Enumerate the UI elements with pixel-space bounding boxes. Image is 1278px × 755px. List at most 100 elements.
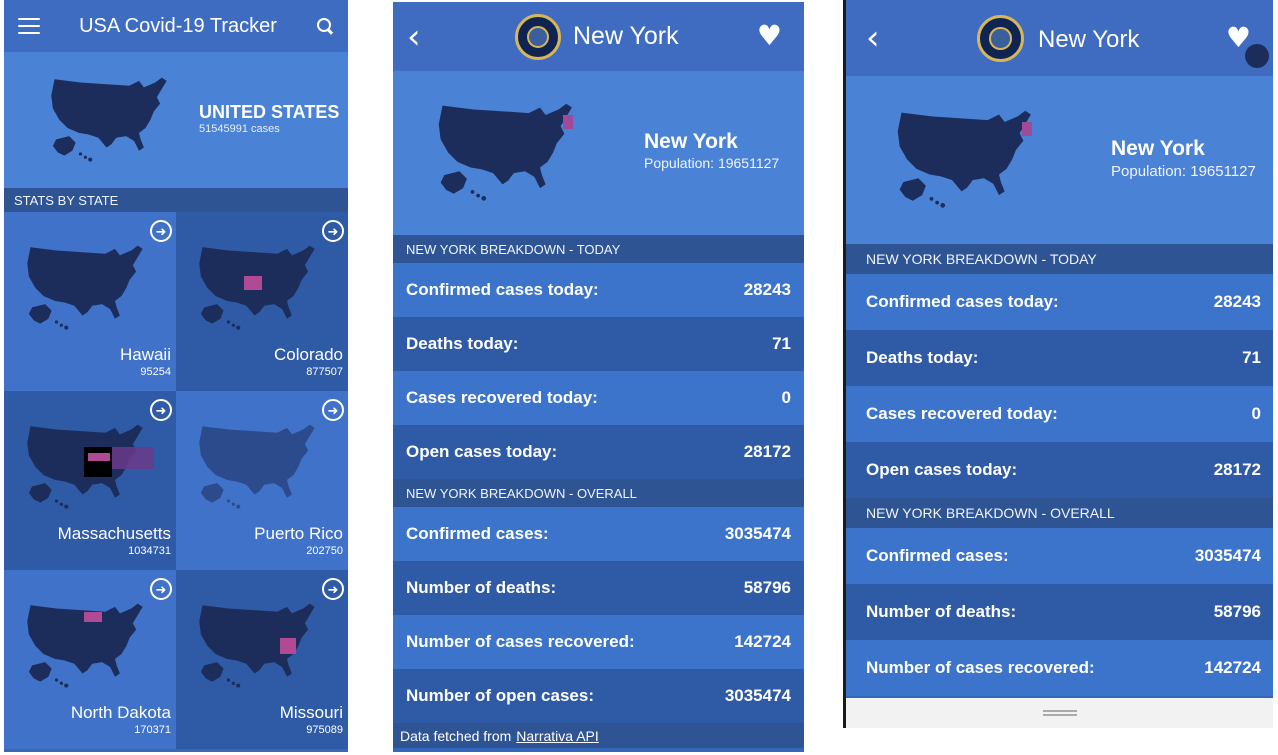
footer-text: Data fetched from: [400, 727, 512, 744]
country-cases: 51545991 cases: [199, 123, 280, 135]
stat-label: Number of cases recovered:: [866, 658, 1095, 677]
touch-indicator: [1245, 44, 1269, 68]
stat-row: Confirmed cases: 3035474: [393, 507, 804, 561]
state-cases: 95254: [140, 366, 171, 378]
state-tile-missouri[interactable]: ➜ Missouri 975089: [176, 570, 348, 749]
app-title: USA Covid-19 Tracker: [79, 14, 277, 37]
state-map-image: [894, 106, 1032, 211]
detail-title: New York: [573, 22, 679, 50]
hamburger-icon[interactable]: [18, 18, 40, 34]
state-grid: ➜ Hawaii 95254 ➜ Colorado 877507 ➜ Massa…: [4, 212, 348, 749]
state-name: New York: [644, 130, 738, 153]
detail-app-bar: ‹ New York ♥: [393, 2, 804, 71]
state-name: New York: [1111, 137, 1205, 160]
stat-row: Number of deaths: 58796: [846, 584, 1273, 640]
stat-value: 142724: [1204, 658, 1261, 677]
state-tile-north-dakota[interactable]: ➜ North Dakota 170371: [4, 570, 176, 749]
state-cases: 170371: [134, 724, 171, 736]
stat-label: Cases recovered today:: [406, 388, 598, 407]
chevron-left-icon[interactable]: ‹: [407, 20, 421, 54]
country-summary[interactable]: UNITED STATES 51545991 cases: [4, 52, 348, 188]
today-breakdown-header: NEW YORK BREAKDOWN - TODAY: [846, 244, 1273, 274]
state-summary: New York Population: 19651127: [846, 76, 1273, 244]
stat-label: Open cases today:: [406, 442, 558, 461]
stat-label: Confirmed cases:: [406, 524, 549, 543]
state-map-image: [196, 600, 326, 690]
detail-app-bar: ‹ New York ♥: [846, 0, 1273, 76]
state-cases: 975089: [306, 724, 343, 736]
stat-value: 142724: [734, 632, 791, 651]
data-source-footer: Data fetched from Narrativa API: [393, 723, 804, 748]
state-tile-massachusetts[interactable]: ➜ Massachusetts 1034731: [4, 391, 176, 570]
stat-label: Deaths today:: [866, 348, 979, 367]
state-name: Colorado: [274, 345, 343, 364]
state-tile-colorado[interactable]: ➜ Colorado 877507: [176, 212, 348, 391]
state-map-image: [435, 99, 573, 204]
state-map-image: [24, 600, 154, 690]
arrow-circle-right-icon[interactable]: ➜: [150, 578, 172, 600]
us-map-image: [48, 74, 178, 164]
system-nav-handle[interactable]: [846, 698, 1273, 728]
stat-value: 28172: [1213, 460, 1261, 479]
stat-value: 0: [781, 388, 791, 407]
state-map-image: [196, 421, 326, 511]
stat-label: Deaths today:: [406, 334, 519, 353]
state-name: Hawaii: [119, 345, 171, 364]
search-icon[interactable]: [316, 17, 334, 35]
state-tile-hawaii[interactable]: ➜ Hawaii 95254: [4, 212, 176, 391]
stat-value: 28243: [1213, 292, 1261, 311]
stat-label: Number of deaths:: [406, 578, 557, 597]
detail-title: New York: [1038, 26, 1140, 53]
arrow-circle-right-icon[interactable]: ➜: [150, 220, 172, 242]
arrow-circle-right-icon[interactable]: ➜: [322, 399, 344, 421]
state-map-image: [24, 242, 154, 332]
state-name: North Dakota: [70, 703, 171, 722]
arrow-circle-right-icon[interactable]: ➜: [322, 578, 344, 600]
stat-row: Deaths today: 71: [846, 330, 1273, 386]
stat-row: Cases recovered today: 0: [393, 371, 804, 425]
stat-row: Cases recovered today: 0: [846, 386, 1273, 442]
state-name: Missouri: [279, 703, 343, 722]
stat-label: Confirmed cases today:: [406, 280, 599, 299]
state-map-image: [24, 421, 154, 511]
stat-value: 3035474: [724, 686, 791, 705]
state-cases: 1034731: [128, 545, 171, 557]
stat-label: Number of deaths:: [866, 602, 1017, 621]
today-breakdown-header: NEW YORK BREAKDOWN - TODAY: [393, 235, 804, 263]
stat-label: Number of cases recovered:: [406, 632, 635, 651]
stat-value: 58796: [1213, 602, 1261, 621]
stat-row: Confirmed cases today: 28243: [846, 274, 1273, 330]
new-york-seal-icon: [515, 14, 561, 60]
state-tile-puerto-rico[interactable]: ➜ Puerto Rico 202750: [176, 391, 348, 570]
stat-value: 0: [1251, 404, 1261, 423]
state-cases: 202750: [306, 545, 343, 557]
arrow-circle-right-icon[interactable]: ➜: [150, 399, 172, 421]
stat-value: 71: [1242, 348, 1261, 367]
overview-screen: USA Covid-19 Tracker UNITED STATES 51545…: [4, 0, 348, 752]
app-bar: USA Covid-19 Tracker: [4, 0, 348, 52]
stat-value: 28243: [743, 280, 791, 299]
state-population: Population: 19651127: [1111, 163, 1256, 180]
state-population: Population: 19651127: [644, 155, 780, 171]
stat-row: Open cases today: 28172: [846, 442, 1273, 498]
state-detail-screen: ‹ New York ♥ New York Population: 196511…: [393, 2, 804, 752]
arrow-circle-right-icon[interactable]: ➜: [322, 220, 344, 242]
state-name: Massachusetts: [57, 524, 171, 543]
narrativa-api-link[interactable]: Narrativa API: [516, 728, 598, 744]
overall-breakdown-header: NEW YORK BREAKDOWN - OVERALL: [846, 498, 1273, 528]
chevron-left-icon[interactable]: ‹: [866, 21, 880, 55]
stat-label: Open cases today:: [866, 460, 1018, 479]
stat-value: 3035474: [724, 524, 791, 543]
stat-value: 58796: [743, 578, 791, 597]
state-name: Puerto Rico: [254, 524, 343, 543]
stat-label: Cases recovered today:: [866, 404, 1058, 423]
stat-row: Number of cases recovered: 142724: [846, 640, 1273, 696]
overall-breakdown-header: NEW YORK BREAKDOWN - OVERALL: [393, 479, 804, 507]
state-summary: New York Population: 19651127: [393, 71, 804, 235]
stat-value: 3035474: [1194, 546, 1261, 565]
stat-row: Number of open cases: 3035474: [393, 669, 804, 723]
heart-icon[interactable]: ♥: [757, 22, 782, 50]
state-map-image: [196, 242, 326, 332]
stat-value: 71: [772, 334, 791, 353]
stat-row: Number of deaths: 58796: [393, 561, 804, 615]
